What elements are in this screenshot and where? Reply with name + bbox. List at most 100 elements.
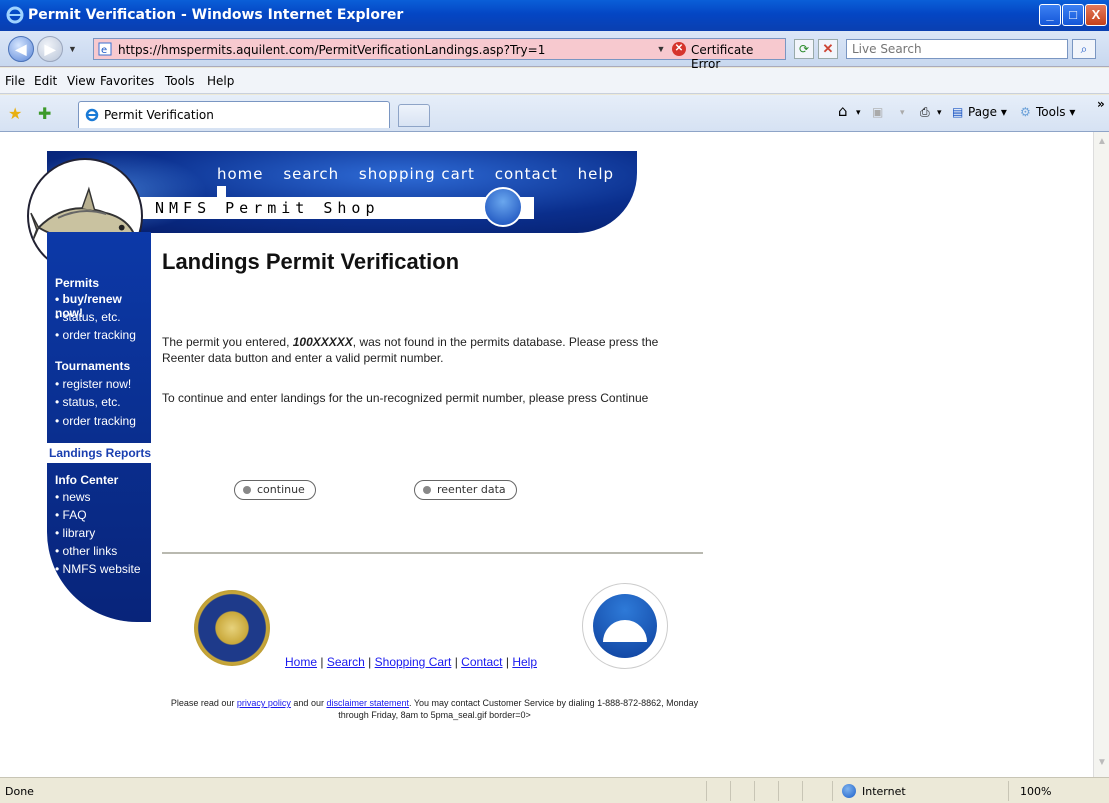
site-nav: home search shopping cart contact help [217, 165, 637, 201]
continue-button[interactable]: continue [234, 480, 316, 500]
menu-bar: File Edit View Favorites Tools Help [0, 68, 1109, 94]
site-nav-help[interactable]: help [578, 165, 614, 183]
sidebar-item-landings-reports[interactable]: Landings Reports [47, 443, 151, 463]
menu-edit[interactable]: Edit [34, 74, 57, 88]
zoom-level[interactable]: 100% [1020, 785, 1051, 798]
close-button[interactable]: X [1085, 4, 1107, 26]
radio-dot-icon [423, 486, 431, 494]
search-input[interactable] [847, 40, 1057, 58]
title-bar: Permit Verification - Windows Internet E… [0, 0, 1109, 31]
url-text[interactable]: https://hmspermits.aquilent.com/PermitVe… [118, 43, 545, 57]
menu-favorites[interactable]: Favorites [100, 74, 154, 88]
landings-reports-label: Landings Reports [49, 446, 152, 460]
minimize-button[interactable]: _ [1039, 4, 1061, 26]
reenter-label: reenter data [437, 483, 506, 496]
footer-disclaimer: Please read our privacy policy and our d… [170, 698, 699, 720]
tools-gear-icon[interactable]: ⚙ [1020, 105, 1031, 119]
print-dropdown-icon[interactable]: ▾ [937, 108, 942, 118]
disclaimer-statement-link[interactable]: disclaimer statement [326, 698, 409, 708]
menu-tools[interactable]: Tools [165, 74, 195, 88]
home-icon[interactable]: ⌂ [838, 102, 848, 120]
divider [162, 552, 703, 554]
footer-links: Home | Search | Shopping Cart | Contact … [285, 655, 537, 669]
certificate-error-icon[interactable]: ✕ [672, 42, 686, 56]
footer-link-contact[interactable]: Contact [461, 655, 502, 669]
page-icon: e [98, 42, 112, 56]
site-nav-contact[interactable]: contact [495, 165, 558, 183]
certificate-error-label[interactable]: Certificate Error [691, 43, 785, 71]
noaa-logo [582, 583, 668, 669]
sidebar-item-tournament-status[interactable]: • status, etc. [55, 395, 121, 409]
back-button[interactable]: ◀ [8, 36, 34, 62]
ie-tab-icon [85, 108, 99, 122]
feeds-icon[interactable]: ▣ [872, 105, 883, 119]
sidebar-item-permit-status[interactable]: • status, etc. [55, 310, 121, 324]
reenter-data-button[interactable]: reenter data [414, 480, 517, 500]
menu-file[interactable]: File [5, 74, 25, 88]
permit-number: 100XXXXX [292, 335, 353, 349]
sidebar-item-register[interactable]: • register now! [55, 377, 131, 391]
scroll-up-icon[interactable]: ▲ [1095, 136, 1109, 150]
sidebar-heading-info-center: Info Center [55, 473, 119, 487]
favorites-star-icon[interactable]: ★ [8, 104, 22, 124]
tab-label: Permit Verification [104, 108, 214, 122]
continue-label: continue [257, 483, 305, 496]
sidebar-item-permit-order-tracking[interactable]: • order tracking [55, 328, 136, 342]
left-sidebar: Permits • buy/renew now! • status, etc. … [47, 232, 151, 622]
security-zone: Internet [862, 785, 906, 798]
sidebar-item-nmfs-website[interactable]: • NMFS website [55, 562, 141, 576]
noaa-mini-logo [483, 187, 523, 227]
tab-permit-verification[interactable]: Permit Verification [78, 101, 390, 128]
search-icon[interactable]: ⌕ [1072, 39, 1096, 59]
print-icon[interactable]: ⎙ [920, 105, 930, 120]
vertical-scrollbar[interactable]: ▲ ▼ [1093, 132, 1109, 777]
history-dropdown-icon[interactable]: ▼ [68, 44, 77, 54]
status-text: Done [5, 785, 34, 798]
address-bar[interactable]: e https://hmspermits.aquilent.com/Permit… [93, 38, 786, 71]
menu-help[interactable]: Help [207, 74, 234, 88]
not-found-message: The permit you entered, 100XXXXX, was no… [162, 334, 702, 366]
privacy-policy-link[interactable]: privacy policy [237, 698, 291, 708]
commerce-seal-logo [194, 590, 270, 666]
site-nav-search[interactable]: search [283, 165, 339, 183]
chevron-more-icon[interactable]: » [1097, 97, 1105, 111]
refresh-button[interactable]: ⟳ [794, 39, 814, 59]
home-dropdown-icon[interactable]: ▾ [856, 108, 861, 118]
site-nav-home[interactable]: home [217, 165, 264, 183]
maximize-button[interactable]: □ [1062, 4, 1084, 26]
site-nav-shopping-cart[interactable]: shopping cart [359, 165, 475, 183]
radio-dot-icon [243, 486, 251, 494]
sidebar-item-other-links[interactable]: • other links [55, 544, 117, 558]
page-viewport: home search shopping cart contact help N… [0, 132, 1093, 777]
sidebar-item-library[interactable]: • library [55, 526, 95, 540]
svg-text:e: e [101, 45, 107, 56]
window-title: Permit Verification - Windows Internet E… [28, 7, 404, 23]
tab-bar: ★ ✚ Permit Verification ⌂ ▾ ▣ ▾ ⎙ ▾ ▤ Pa… [0, 95, 1109, 132]
address-dropdown-icon[interactable]: ▼ [654, 40, 668, 58]
footer-link-help[interactable]: Help [512, 655, 537, 669]
add-favorites-icon[interactable]: ✚ [38, 104, 51, 124]
stop-button[interactable]: ✕ [818, 39, 838, 59]
sidebar-heading-tournaments: Tournaments [55, 359, 131, 373]
scroll-down-icon[interactable]: ▼ [1095, 757, 1109, 771]
footer-link-home[interactable]: Home [285, 655, 317, 669]
footer-link-shopping-cart[interactable]: Shopping Cart [375, 655, 452, 669]
msg1-pre: The permit you entered, [162, 335, 293, 349]
shop-name: NMFS Permit Shop [155, 199, 380, 217]
sidebar-item-faq[interactable]: • FAQ [55, 508, 87, 522]
page-menu-icon[interactable]: ▤ [952, 105, 963, 119]
page-title: Landings Permit Verification [162, 249, 460, 274]
address-row: ◀ ▶ ▼ e https://hmspermits.aquilent.com/… [0, 31, 1109, 71]
new-tab-button[interactable] [398, 104, 430, 127]
page-menu[interactable]: Page ▾ [968, 105, 1007, 119]
sidebar-item-tournament-order-tracking[interactable]: • order tracking [55, 414, 136, 428]
sidebar-item-news[interactable]: • news [55, 490, 91, 504]
feeds-dropdown-icon[interactable]: ▾ [900, 108, 905, 118]
search-box[interactable] [846, 39, 1068, 59]
forward-button[interactable]: ▶ [37, 36, 63, 62]
footer-link-search[interactable]: Search [327, 655, 365, 669]
tools-menu[interactable]: Tools ▾ [1036, 105, 1075, 119]
status-bar: Done Internet 100% [0, 777, 1109, 803]
menu-view[interactable]: View [67, 74, 95, 88]
continue-message: To continue and enter landings for the u… [162, 391, 649, 405]
